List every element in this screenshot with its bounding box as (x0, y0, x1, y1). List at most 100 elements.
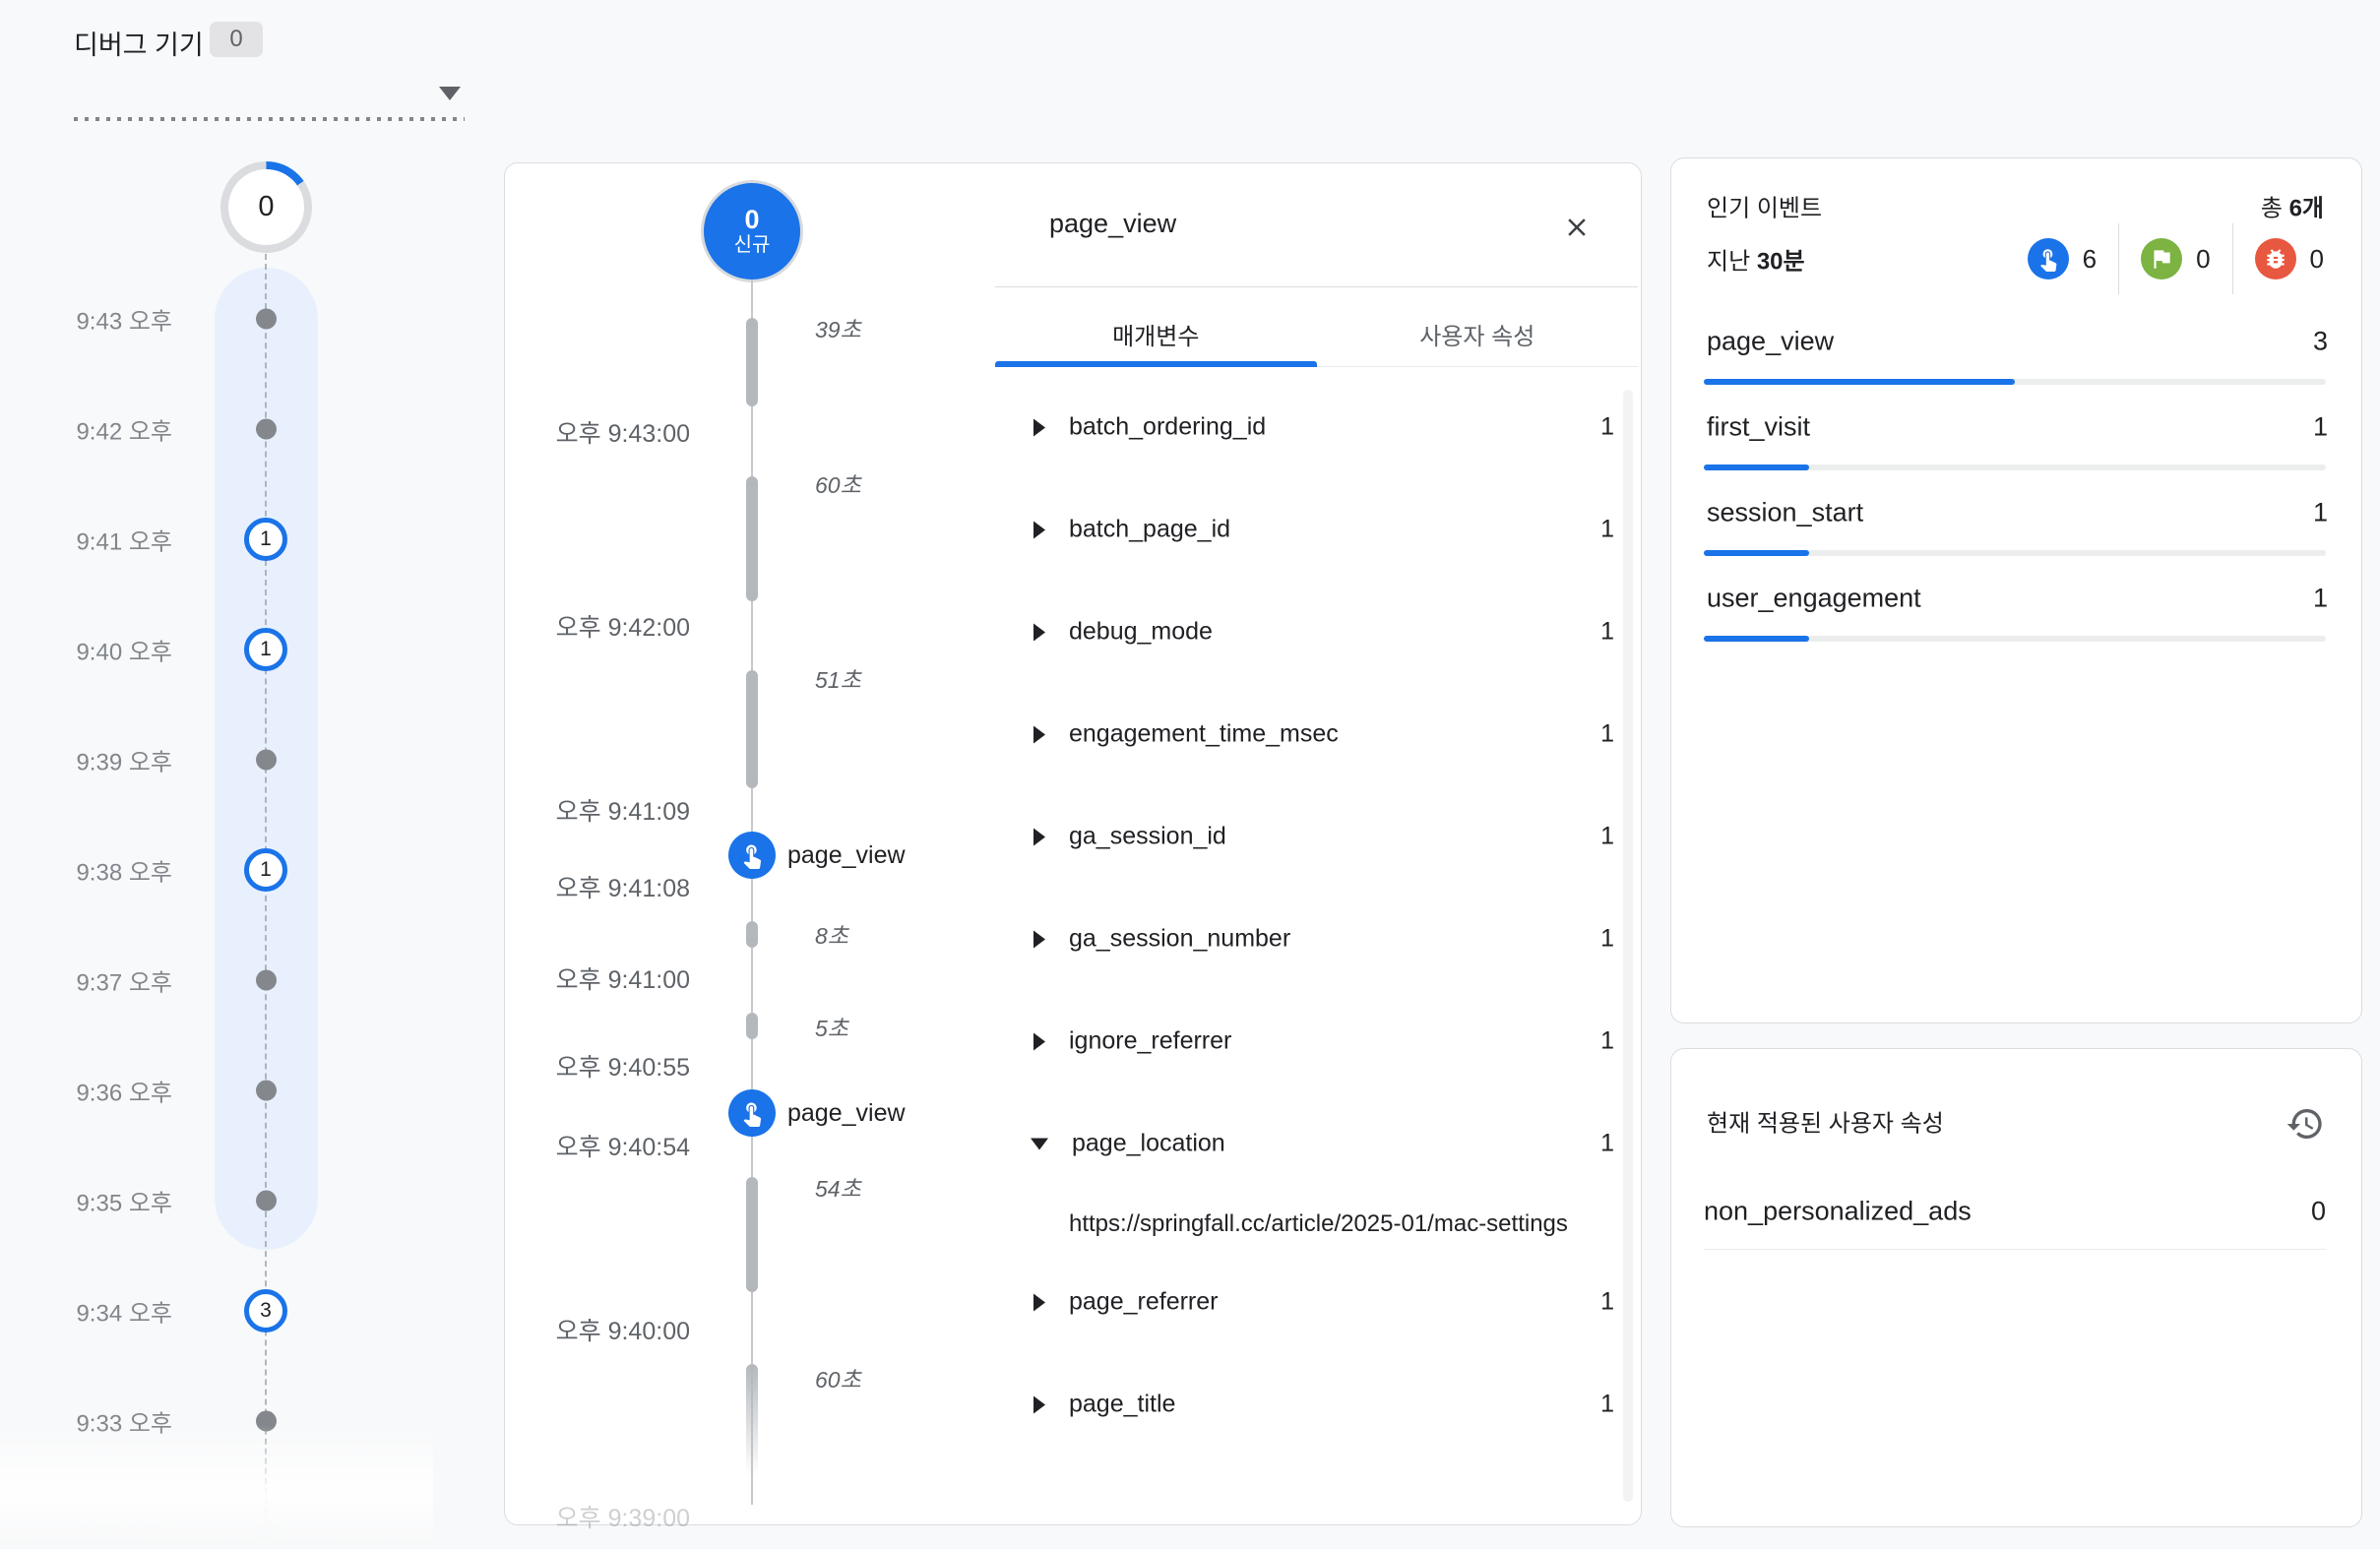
engagement-capsule (746, 670, 758, 788)
param-row[interactable]: ga_session_id 1 (995, 823, 1638, 851)
minute-dot-marker[interactable] (256, 1081, 277, 1101)
top-event-bar-track (1704, 550, 2326, 556)
stream-timestamp: 오후 9:42:00 (532, 608, 690, 644)
param-row[interactable]: debug_mode 1 (995, 618, 1638, 647)
stream-duration-label: 60초 (815, 466, 861, 500)
top-event-row[interactable]: first_visit 1 (1707, 412, 2328, 443)
stat-touch[interactable]: 6 (2028, 238, 2097, 279)
touch-icon (738, 1099, 766, 1127)
param-name: ga_session_id (1069, 823, 1226, 851)
close-icon[interactable] (1560, 211, 1594, 244)
stream-duration-label: 60초 (815, 1361, 861, 1394)
minute-dot-marker[interactable] (256, 419, 277, 440)
device-selector-caret-down-icon[interactable] (439, 87, 461, 100)
triangle-right-icon (1033, 1395, 1045, 1413)
tab-parameters[interactable]: 매개변수 (995, 301, 1317, 366)
param-count: 1 (1600, 925, 1614, 954)
touch-icon (728, 1089, 776, 1137)
triangle-right-icon (1033, 521, 1045, 538)
minute-time-label: 9:38 오후 (15, 853, 172, 888)
minute-dot-marker[interactable] (256, 750, 277, 771)
minute-dot-marker[interactable] (256, 970, 277, 991)
stat-divider (2232, 223, 2233, 294)
param-count: 1 (1600, 823, 1614, 851)
top-event-bar-track (1704, 636, 2326, 642)
stream-duration-label: 5초 (815, 1010, 848, 1043)
top-event-bar-fill (1704, 636, 1809, 642)
minute-event-count-marker[interactable]: 1 (244, 628, 287, 671)
minute-time-label: 9:36 오후 (15, 1074, 172, 1108)
top-event-bar-track (1704, 379, 2326, 385)
triangle-right-icon (1033, 418, 1045, 436)
stream-event[interactable]: page_view (728, 832, 906, 879)
stream-event[interactable]: page_view (728, 1089, 906, 1137)
tab-user-properties[interactable]: 사용자 속성 (1317, 301, 1639, 366)
total-value: 6개 (2289, 196, 2324, 222)
minute-timeline-line (265, 254, 267, 1533)
stream-duration-label: 8초 (815, 917, 848, 951)
engagement-capsule (746, 1013, 758, 1039)
param-name: ignore_referrer (1069, 1027, 1231, 1056)
minute-time-label: 9:32 오후 (15, 1515, 172, 1549)
minute-dot-marker[interactable] (256, 309, 277, 330)
param-row[interactable]: page_title 1 (995, 1391, 1638, 1419)
param-row[interactable]: page_referrer 1 (995, 1288, 1638, 1317)
param-row[interactable]: batch_ordering_id 1 (995, 413, 1638, 442)
params-scrollbar[interactable] (1623, 390, 1633, 1502)
minute-dot-marker[interactable] (256, 1521, 277, 1542)
param-count: 1 (1600, 1130, 1614, 1158)
triangle-right-icon (1033, 623, 1045, 641)
user-property-name: non_personalized_ads (1704, 1197, 1972, 1227)
param-row[interactable]: ga_session_number 1 (995, 925, 1638, 954)
stream-timestamp: 오후 9:39:00 (532, 1499, 690, 1534)
param-row[interactable]: batch_page_id 1 (995, 516, 1638, 544)
param-row[interactable]: engagement_time_msec 1 (995, 720, 1638, 749)
engagement-capsule (746, 318, 758, 406)
event-detail-title: page_view (1049, 209, 1176, 239)
param-row[interactable]: page_location 1 (995, 1130, 1638, 1158)
stream-duration-label: 51초 (815, 661, 861, 695)
stat-flag[interactable]: 0 (2141, 238, 2210, 279)
top-event-bar-fill (1704, 379, 2015, 385)
touch-icon (728, 832, 776, 879)
stream-timestamp: 오후 9:40:00 (532, 1312, 690, 1347)
touch-icon (2036, 246, 2061, 272)
user-property-row[interactable]: non_personalized_ads 0 (1704, 1197, 2326, 1227)
flag-icon (2149, 246, 2174, 272)
history-icon[interactable] (2284, 1102, 2327, 1146)
touch-icon (738, 841, 766, 869)
param-name: batch_page_id (1069, 516, 1230, 544)
triangle-down-icon (1031, 1138, 1048, 1149)
minute-event-count-marker[interactable]: 3 (244, 1289, 287, 1332)
top-event-row[interactable]: user_engagement 1 (1707, 584, 2328, 614)
top-event-name: page_view (1707, 327, 1834, 357)
param-count: 1 (1600, 720, 1614, 749)
param-count: 1 (1600, 413, 1614, 442)
param-count: 1 (1600, 1027, 1614, 1056)
minute-dot-marker[interactable] (256, 1191, 277, 1211)
top-event-row[interactable]: session_start 1 (1707, 498, 2328, 528)
top-event-count: 1 (2313, 584, 2328, 614)
param-name: page_title (1069, 1391, 1175, 1419)
triangle-right-icon (1033, 1032, 1045, 1050)
minute-time-label: 9:39 오후 (15, 743, 172, 777)
top-event-name: session_start (1707, 498, 1863, 528)
top-event-count: 1 (2313, 412, 2328, 443)
param-row[interactable]: ignore_referrer 1 (995, 1027, 1638, 1056)
touch-icon (2028, 238, 2069, 279)
minute-event-count-marker[interactable]: 1 (244, 848, 287, 892)
minute-dot-marker[interactable] (256, 1411, 277, 1432)
param-name: debug_mode (1069, 618, 1213, 647)
param-count: 1 (1600, 1391, 1614, 1419)
engagement-capsule (746, 1364, 758, 1482)
engagement-capsule (746, 1177, 758, 1292)
minute-event-count-marker[interactable]: 1 (244, 518, 287, 561)
stat-bug[interactable]: 0 (2255, 238, 2324, 279)
top-event-row[interactable]: page_view 3 (1707, 327, 2328, 357)
minute-time-label: 9:43 오후 (15, 302, 172, 337)
param-name: engagement_time_msec (1069, 720, 1339, 749)
new-events-label: 신규 (734, 234, 771, 257)
minute-time-label: 9:35 오후 (15, 1184, 172, 1218)
user-properties-title: 현재 적용된 사용자 속성 (1707, 1104, 1944, 1139)
user-properties-card: 현재 적용된 사용자 속성 non_personalized_ads 0 (1670, 1048, 2362, 1527)
